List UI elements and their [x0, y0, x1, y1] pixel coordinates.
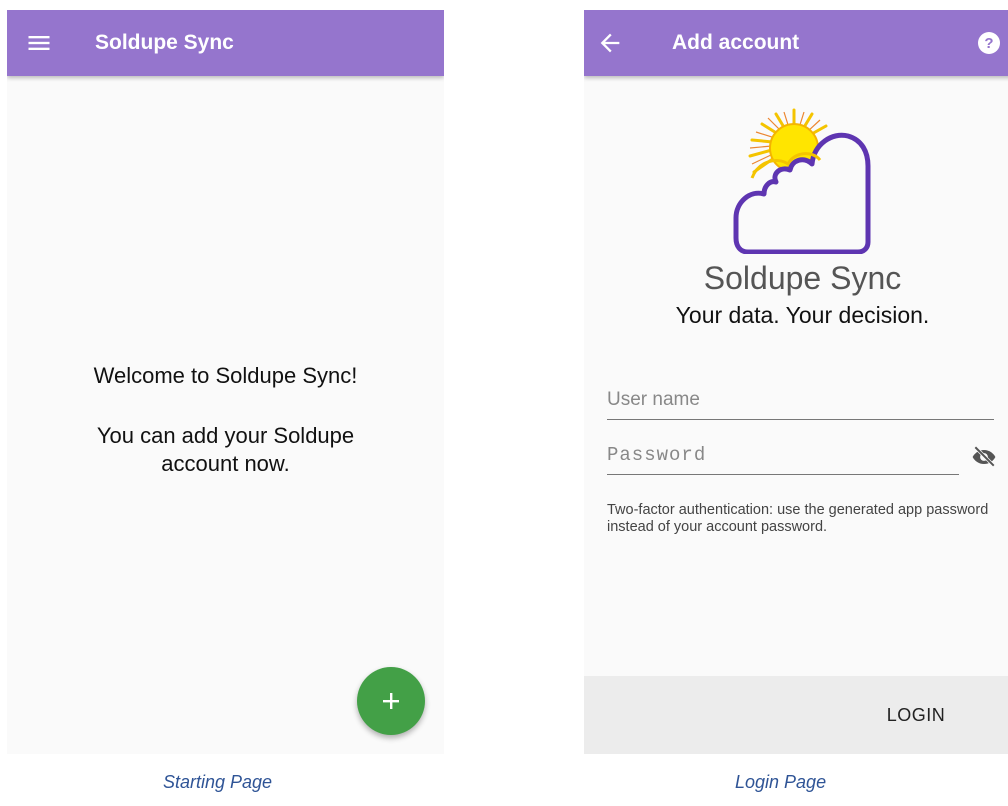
app-bar: Add account ?	[584, 10, 1008, 76]
login-button[interactable]: LOGIN	[846, 676, 986, 754]
svg-text:?: ?	[984, 35, 993, 52]
bottom-action-bar: LOGIN	[584, 676, 1008, 754]
help-icon[interactable]: ?	[977, 31, 1001, 55]
app-name-heading: Soldupe Sync	[703, 260, 902, 296]
soldupe-logo-icon	[733, 108, 871, 254]
eye-off-icon[interactable]	[970, 444, 998, 470]
plus-icon	[383, 693, 399, 709]
arrow-back-icon[interactable]	[596, 29, 624, 57]
app-bar: Soldupe Sync	[7, 10, 444, 76]
login-page-caption: Login Page	[735, 772, 827, 792]
app-bar-title: Soldupe Sync	[95, 31, 234, 54]
login-page-screen: Add account ? Soldupe Sync Your data. Yo…	[584, 10, 1008, 754]
username-input[interactable]	[607, 385, 994, 420]
hamburger-menu-icon[interactable]	[25, 29, 53, 57]
starting-page-screen: Soldupe Sync Welcome to Soldupe Sync! Yo…	[7, 10, 444, 754]
starting-page-caption: Starting Page	[163, 772, 273, 792]
add-account-fab[interactable]	[357, 667, 425, 735]
welcome-message-line1: You can add your Soldupe	[96, 423, 355, 448]
app-bar-title: Add account	[672, 31, 800, 54]
password-input[interactable]	[607, 440, 959, 475]
welcome-message-line2: account now.	[161, 451, 290, 476]
app-tagline: Your data. Your decision.	[675, 302, 930, 328]
welcome-title: Welcome to Soldupe Sync!	[93, 363, 358, 388]
two-factor-hint: Two-factor authentication: use the gener…	[607, 502, 989, 535]
